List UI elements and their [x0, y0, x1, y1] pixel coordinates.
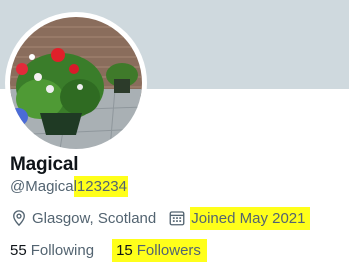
following-count: 55 [10, 241, 27, 259]
avatar-photo [10, 17, 142, 149]
join-date: Joined May 2021 [168, 206, 310, 230]
following-link[interactable]: 55 Following [10, 242, 94, 259]
following-label: Following [30, 241, 95, 259]
followers-count: 15 [116, 241, 133, 259]
location-pin-icon [13, 210, 25, 227]
avatar[interactable] [10, 17, 142, 149]
username-handle: @Magical123234 [10, 176, 128, 197]
location-text: Glasgow, Scotland [32, 209, 157, 227]
follow-stats: 55 Following 15 Followers [10, 238, 207, 262]
handle-highlighted: l123234 [73, 176, 128, 197]
profile-meta: Glasgow, Scotland Joined May 2021 [10, 206, 310, 230]
calendar-icon [169, 211, 185, 226]
location: Glasgow, Scotland [10, 209, 156, 227]
followers-link[interactable]: 15 Followers [112, 238, 207, 262]
display-name: Magical [10, 154, 79, 175]
followers-label: Followers [136, 241, 201, 259]
join-date-text: Joined May 2021 [190, 206, 310, 230]
handle-prefix: @Magica [10, 178, 74, 195]
